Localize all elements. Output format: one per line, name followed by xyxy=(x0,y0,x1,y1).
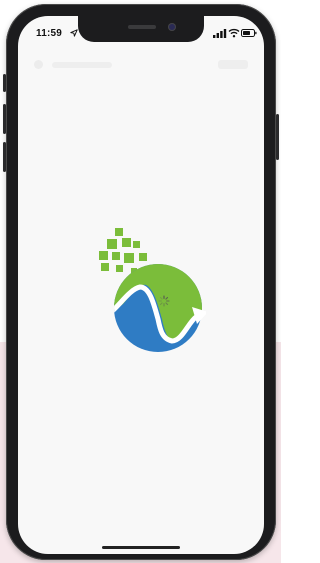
battery-icon xyxy=(241,29,257,37)
volume-down-button xyxy=(3,142,6,172)
app-screen: 11:59 xyxy=(18,16,264,554)
faint-header-icon xyxy=(34,60,43,69)
faint-header xyxy=(34,58,248,72)
location-arrow-icon xyxy=(70,29,78,37)
globe-data-logo-icon xyxy=(99,228,206,352)
faint-header-title xyxy=(52,62,112,68)
silent-switch xyxy=(3,74,6,92)
volume-up-button xyxy=(3,104,6,134)
faint-header-actions xyxy=(218,60,248,69)
front-camera xyxy=(168,23,176,31)
wifi-icon xyxy=(228,28,240,38)
notch xyxy=(78,16,204,42)
power-button xyxy=(276,114,279,160)
status-time: 11:59 xyxy=(36,28,63,39)
stage: 11:59 xyxy=(0,0,281,563)
home-indicator[interactable] xyxy=(102,546,180,549)
cellular-signal-icon xyxy=(213,29,227,38)
speaker-grille xyxy=(128,25,156,29)
